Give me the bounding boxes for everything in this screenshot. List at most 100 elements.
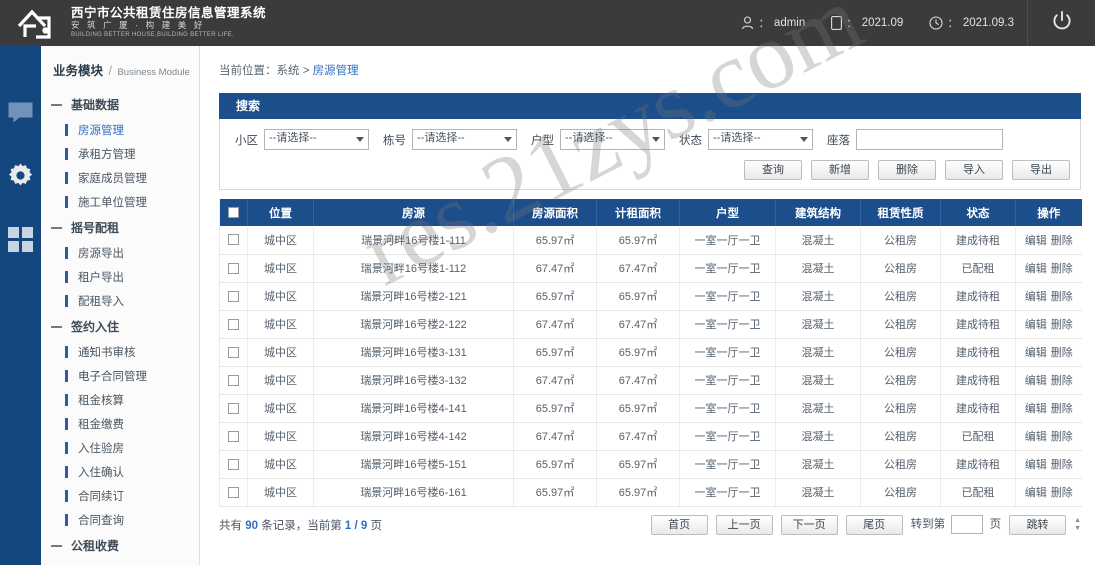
goto-page-input[interactable] xyxy=(951,515,984,534)
last-page-button[interactable]: 尾页 xyxy=(845,514,903,535)
table-row: 城中区 瑞景河畔16号楼1-112 67.47㎡ 67.47㎡ 一室一厅一卫 混凝土 公租房… xyxy=(219,254,1082,283)
delete-link[interactable]: 删除 xyxy=(1049,235,1075,247)
select-all-checkbox[interactable] xyxy=(219,199,248,226)
sidebar-item-label: 入住验房 xyxy=(78,443,124,455)
checkbox-icon[interactable] xyxy=(228,374,239,386)
add-button[interactable]: 新增 xyxy=(811,160,869,180)
sidebar-group-1[interactable]: 摇号配租 xyxy=(41,214,199,241)
row-checkbox[interactable] xyxy=(219,226,248,255)
logout-button[interactable] xyxy=(1027,0,1095,46)
checkbox-icon[interactable] xyxy=(228,402,239,414)
row-checkbox[interactable] xyxy=(219,366,248,395)
row-checkbox[interactable] xyxy=(219,254,248,283)
rail-item-settings[interactable] xyxy=(0,152,41,204)
edit-link[interactable]: 编辑 xyxy=(1023,319,1049,331)
delete-button[interactable]: 删除 xyxy=(878,160,936,180)
sidebar-group-label: 公租收费 xyxy=(71,539,120,553)
sidebar-item-租户导出[interactable]: 租户导出 xyxy=(41,265,199,289)
message-icon xyxy=(7,100,34,129)
sidebar-group-3[interactable]: 公租收费 xyxy=(41,532,199,559)
delete-link[interactable]: 删除 xyxy=(1049,459,1075,471)
edit-link[interactable]: 编辑 xyxy=(1023,403,1049,415)
row-checkbox[interactable] xyxy=(219,422,248,451)
rail-item-apps[interactable] xyxy=(0,216,41,268)
cell-nature: 公租房 xyxy=(860,338,941,367)
edit-link[interactable]: 编辑 xyxy=(1023,487,1049,499)
row-checkbox[interactable] xyxy=(219,338,248,367)
sidebar-item-配租导入[interactable]: 配租导入 xyxy=(41,289,199,313)
cell-actions: 编辑 删除 xyxy=(1015,254,1082,283)
table-row: 城中区 瑞景河畔16号楼6-161 65.97㎡ 65.97㎡ 一室一厅一卫 混凝土 公租房… xyxy=(219,478,1082,507)
sidebar-item-日常合同扣租[interactable]: 日常合同扣租 xyxy=(41,559,199,565)
page-stepper[interactable]: ▲ ▼ xyxy=(1074,517,1081,532)
cell-rent_area: 65.97㎡ xyxy=(596,394,680,423)
sidebar-item-通知书审核[interactable]: 通知书审核 xyxy=(41,340,199,364)
edit-link[interactable]: 编辑 xyxy=(1023,375,1049,387)
delete-link[interactable]: 删除 xyxy=(1049,291,1075,303)
first-page-button[interactable]: 首页 xyxy=(650,514,708,535)
sidebar-item-合同查询[interactable]: 合同查询 xyxy=(41,508,199,532)
select-户型[interactable]: --请选择-- xyxy=(560,129,665,150)
sidebar-item-租金缴费[interactable]: 租金缴费 xyxy=(41,412,199,436)
import-button[interactable]: 导入 xyxy=(945,160,1003,180)
row-checkbox[interactable] xyxy=(219,394,248,423)
edit-link[interactable]: 编辑 xyxy=(1023,263,1049,275)
checkbox-icon[interactable] xyxy=(228,290,239,302)
sidebar-group-2[interactable]: 签约入住 xyxy=(41,313,199,340)
collapse-dash-icon xyxy=(51,226,62,229)
checkbox-icon[interactable] xyxy=(228,234,239,246)
checkbox-icon[interactable] xyxy=(228,318,239,330)
row-checkbox[interactable] xyxy=(219,310,248,339)
sidebar-item-家庭成员管理[interactable]: 家庭成员管理 xyxy=(41,166,199,190)
sidebar-item-承租方管理[interactable]: 承租方管理 xyxy=(41,142,199,166)
row-checkbox[interactable] xyxy=(219,450,248,479)
checkbox-icon[interactable] xyxy=(228,262,239,274)
select-栋号[interactable]: --请选择-- xyxy=(412,129,517,150)
checkbox-icon[interactable] xyxy=(228,458,239,470)
stepper-down-icon[interactable]: ▼ xyxy=(1074,525,1081,532)
sidebar-item-租金核算[interactable]: 租金核算 xyxy=(41,388,199,412)
input-座落[interactable] xyxy=(856,129,1003,150)
delete-link[interactable]: 删除 xyxy=(1049,263,1075,275)
prev-page-button[interactable]: 上一页 xyxy=(715,514,773,535)
delete-link[interactable]: 删除 xyxy=(1049,403,1075,415)
cell-layout: 一室一厅一卫 xyxy=(679,478,776,507)
delete-link[interactable]: 删除 xyxy=(1049,347,1075,359)
query-button[interactable]: 查询 xyxy=(744,160,802,180)
row-checkbox[interactable] xyxy=(219,282,248,311)
sidebar-item-电子合同管理[interactable]: 电子合同管理 xyxy=(41,364,199,388)
stepper-up-icon[interactable]: ▲ xyxy=(1074,517,1081,524)
select-小区[interactable]: --请选择-- xyxy=(264,129,369,150)
edit-link[interactable]: 编辑 xyxy=(1023,431,1049,443)
breadcrumb-current[interactable]: 房源管理 xyxy=(313,65,359,77)
edit-link[interactable]: 编辑 xyxy=(1023,347,1049,359)
sidebar-item-入住验房[interactable]: 入住验房 xyxy=(41,436,199,460)
sidebar-group-0[interactable]: 基础数据 xyxy=(41,91,199,118)
next-page-button[interactable]: 下一页 xyxy=(780,514,838,535)
sidebar-item-合同续订[interactable]: 合同续订 xyxy=(41,484,199,508)
table-header-row: 位置 房源 房源面积 计租面积 户型 建筑结构 租赁性质 状态 操作 xyxy=(219,199,1082,226)
sidebar-item-入住确认[interactable]: 入住确认 xyxy=(41,460,199,484)
sidebar-item-施工单位管理[interactable]: 施工单位管理 xyxy=(41,190,199,214)
checkbox-icon[interactable] xyxy=(228,206,239,218)
chevron-down-icon xyxy=(356,137,364,142)
sidebar-item-房源导出[interactable]: 房源导出 xyxy=(41,241,199,265)
delete-link[interactable]: 删除 xyxy=(1049,487,1075,499)
cell-layout: 一室一厅一卫 xyxy=(679,394,776,423)
edit-link[interactable]: 编辑 xyxy=(1023,235,1049,247)
rail-item-message[interactable] xyxy=(0,88,41,140)
delete-link[interactable]: 删除 xyxy=(1049,431,1075,443)
checkbox-icon[interactable] xyxy=(228,346,239,358)
row-checkbox[interactable] xyxy=(219,478,248,507)
goto-button[interactable]: 跳转 xyxy=(1009,514,1067,535)
edit-link[interactable]: 编辑 xyxy=(1023,291,1049,303)
checkbox-icon[interactable] xyxy=(228,430,239,442)
export-button[interactable]: 导出 xyxy=(1012,160,1070,180)
sidebar-item-房源管理[interactable]: 房源管理 xyxy=(41,118,199,142)
select-状态[interactable]: --请选择-- xyxy=(708,129,813,150)
table-body: 城中区 瑞景河畔16号楼1-111 65.97㎡ 65.97㎡ 一室一厅一卫 混凝土 公租房… xyxy=(219,226,1082,507)
checkbox-icon[interactable] xyxy=(228,486,239,498)
delete-link[interactable]: 删除 xyxy=(1049,319,1075,331)
edit-link[interactable]: 编辑 xyxy=(1023,459,1049,471)
delete-link[interactable]: 删除 xyxy=(1049,375,1075,387)
